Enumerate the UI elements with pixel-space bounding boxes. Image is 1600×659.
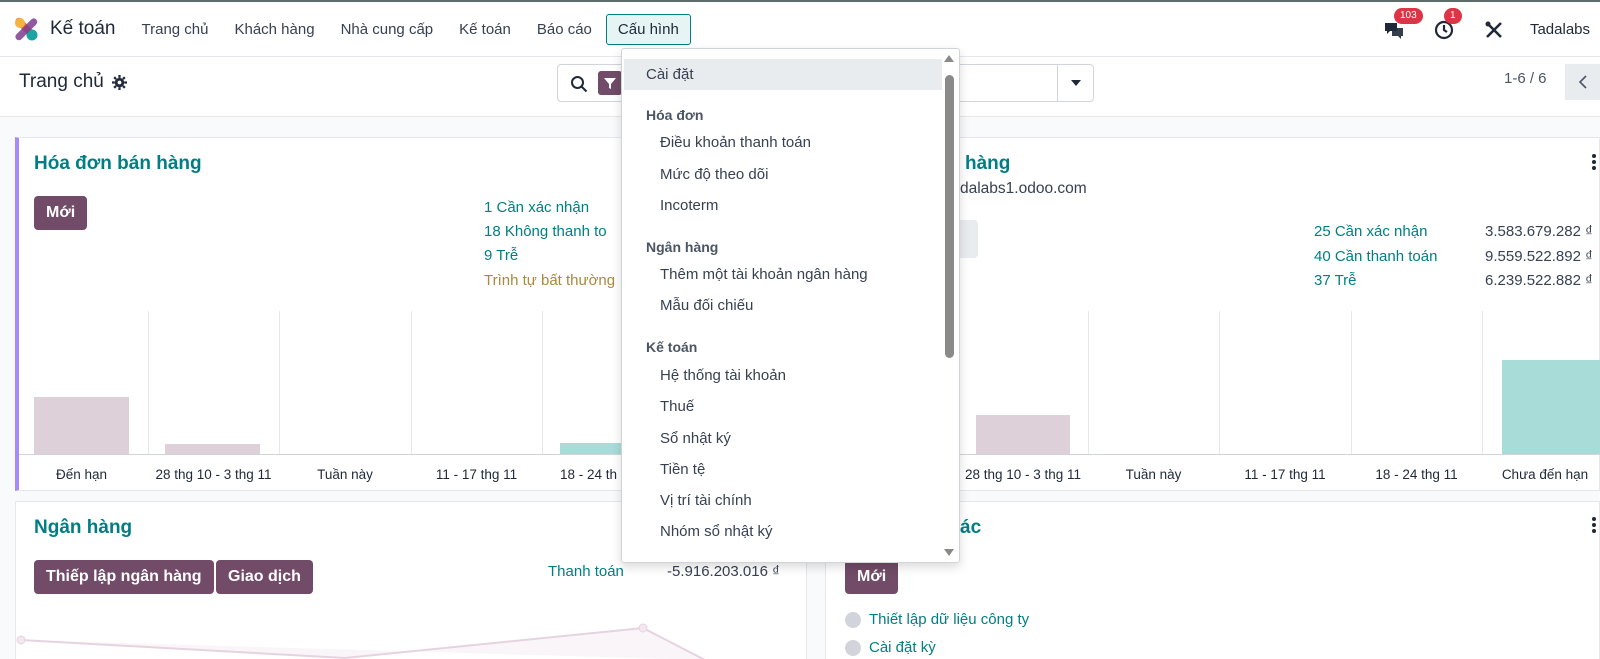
onboarding-step-status-icon bbox=[845, 640, 861, 656]
dropdown-item-add-bank-account[interactable]: Thêm một tài khoản ngân hàng bbox=[622, 266, 942, 283]
sales-xlabel: 28 thg 10 - 3 thg 11 bbox=[155, 467, 272, 482]
sales-bar-nov18-24[interactable] bbox=[560, 443, 630, 454]
app-name[interactable]: Kế toán bbox=[50, 18, 116, 40]
bank-payment-amount: -5.916.203.016 ₫ bbox=[667, 563, 780, 580]
purchase-email-alias[interactable]: dalabs1.odoo.com bbox=[960, 180, 1087, 198]
purchase-chart-baseline bbox=[955, 454, 1600, 455]
sales-xlabel: 11 - 17 thg 11 bbox=[435, 467, 518, 482]
misc-new-button[interactable]: Mới bbox=[845, 560, 899, 594]
onboarding-step-status-icon bbox=[845, 612, 861, 628]
dropdown-item-taxes[interactable]: Thuế bbox=[622, 398, 942, 415]
sales-stat-late[interactable]: 9 Trễ bbox=[484, 247, 518, 264]
menu-bao-cao[interactable]: Báo cáo bbox=[525, 14, 604, 45]
dropdown-item-payment-terms[interactable]: Điều khoản thanh toán bbox=[622, 134, 942, 151]
purchase-xlabel: 11 - 17 thg 11 bbox=[1244, 467, 1326, 482]
menu-trang-chu[interactable]: Trang chủ bbox=[130, 14, 221, 45]
company-switcher[interactable]: Tadalabs bbox=[1530, 21, 1590, 38]
scroll-up-arrow-icon[interactable] bbox=[943, 53, 955, 63]
filter-facet[interactable] bbox=[598, 71, 622, 95]
purchase-amount-late: 6.239.522.882 ₫ bbox=[1485, 272, 1593, 289]
menu-khach-hang[interactable]: Khách hàng bbox=[222, 14, 326, 45]
bank-balance-graph bbox=[16, 623, 705, 659]
purchase-xlabel: Chưa đến hạn bbox=[1501, 467, 1589, 482]
purchase-bar-oct28-nov3[interactable] bbox=[976, 415, 1070, 454]
misc-card-title[interactable]: ác bbox=[960, 517, 981, 539]
messages-badge: 103 bbox=[1393, 7, 1423, 24]
dropdown-section-bank: Ngân hàng bbox=[646, 239, 719, 255]
dropdown-scroll-thumb[interactable] bbox=[945, 75, 954, 358]
bank-payment-label[interactable]: Thanh toán bbox=[548, 563, 624, 580]
purchase-xlabel: Tuần này bbox=[1125, 467, 1182, 482]
purchase-xlabel: 28 thg 10 - 3 thg 11 bbox=[964, 467, 1082, 482]
sales-xlabel: Tuần này bbox=[317, 467, 373, 482]
sales-bar-due[interactable] bbox=[34, 397, 129, 454]
purchase-card-menu-icon[interactable] bbox=[1592, 154, 1596, 172]
caret-down-icon bbox=[1070, 80, 1081, 86]
purchase-chart-gridline bbox=[1351, 311, 1352, 454]
purchase-chart-gridline bbox=[1482, 311, 1483, 454]
chevron-left-icon bbox=[1578, 75, 1587, 89]
bank-transactions-button[interactable]: Giao dịch bbox=[216, 560, 313, 594]
purchase-chart-gridline bbox=[1088, 311, 1089, 454]
menu-cau-hinh[interactable]: Cấu hình bbox=[605, 13, 691, 45]
sales-chart-gridline bbox=[542, 311, 543, 454]
dropdown-item-reconciliation-models[interactable]: Mẫu đối chiếu bbox=[622, 297, 942, 314]
app-logo-icon[interactable] bbox=[12, 15, 40, 43]
activities-badge: 1 bbox=[1443, 7, 1462, 24]
bank-setup-button[interactable]: Thiếp lập ngân hàng bbox=[34, 560, 214, 594]
sales-new-button[interactable]: Mới bbox=[34, 196, 88, 230]
purchase-stat-late[interactable]: 37 Trễ bbox=[1314, 272, 1357, 289]
dropdown-item-currencies[interactable]: Tiền tệ bbox=[622, 461, 942, 478]
purchase-chart-gridline bbox=[1219, 311, 1220, 454]
sales-chart-gridline bbox=[279, 311, 280, 454]
dropdown-item-settings[interactable]: Cài đặt bbox=[624, 59, 942, 90]
pager-previous-button[interactable] bbox=[1565, 64, 1600, 100]
messages-icon[interactable]: 103 bbox=[1380, 7, 1423, 44]
activities-clock-icon[interactable]: 1 bbox=[1430, 7, 1462, 44]
sales-card-title[interactable]: Hóa đơn bán hàng bbox=[34, 153, 202, 175]
sales-chart-baseline bbox=[19, 454, 629, 455]
dropdown-section-invoices: Hóa đơn bbox=[646, 107, 704, 123]
debug-tools-icon[interactable] bbox=[1480, 16, 1508, 44]
onboarding-step-company-data[interactable]: Thiết lập dữ liệu công ty bbox=[869, 611, 1029, 628]
sales-stat-unpaid[interactable]: 18 Không thanh to bbox=[484, 223, 607, 240]
filter-icon bbox=[604, 78, 616, 89]
dropdown-section-accounting: Kế toán bbox=[646, 339, 698, 355]
page-title: Trang chủ bbox=[19, 71, 104, 92]
purchase-card-title[interactable]: hàng bbox=[965, 153, 1010, 175]
misc-card-menu-icon[interactable] bbox=[1592, 517, 1596, 535]
gear-icon[interactable] bbox=[111, 74, 127, 90]
purchase-amount-to-confirm: 3.583.679.282 ₫ bbox=[1485, 223, 1593, 240]
sales-xlabel: 18 - 24 th bbox=[560, 467, 618, 482]
dropdown-item-follow-up-levels[interactable]: Mức độ theo dõi bbox=[622, 166, 942, 183]
menu-ke-toan[interactable]: Kế toán bbox=[447, 14, 523, 45]
search-icon bbox=[571, 76, 588, 93]
menu-nha-cung-cap[interactable]: Nhà cung cấp bbox=[329, 14, 446, 45]
purchase-stat-to-pay[interactable]: 40 Cần thanh toán bbox=[1314, 248, 1437, 265]
search-options-toggle[interactable] bbox=[1057, 65, 1093, 101]
purchase-amount-to-pay: 9.559.522.892 ₫ bbox=[1485, 248, 1593, 265]
purchase-bar-not-due[interactable] bbox=[1502, 360, 1600, 454]
sales-xlabel: Đến hạn bbox=[55, 467, 108, 482]
configuration-dropdown-menu: Cài đặt Hóa đơn Điều khoản thanh toán Mứ… bbox=[621, 48, 960, 563]
sales-bar-oct28-nov3[interactable] bbox=[165, 444, 260, 454]
dropdown-scrollbar[interactable] bbox=[943, 53, 955, 558]
breadcrumb: Trang chủ bbox=[19, 71, 127, 93]
sales-stat-sequence-anomaly[interactable]: Trình tự bất thường bbox=[484, 272, 615, 289]
scroll-down-arrow-icon[interactable] bbox=[943, 548, 955, 558]
sales-chart-gridline bbox=[411, 311, 412, 454]
pager-value[interactable]: 1-6 / 6 bbox=[1504, 70, 1547, 87]
dropdown-item-chart-of-accounts[interactable]: Hệ thống tài khoản bbox=[622, 367, 942, 384]
sales-chart-gridline bbox=[148, 311, 149, 454]
sales-stat-to-confirm[interactable]: 1 Cần xác nhận bbox=[484, 199, 589, 216]
onboarding-step-fiscal-year[interactable]: Cài đặt kỳ bbox=[869, 639, 936, 656]
purchase-stat-to-confirm[interactable]: 25 Cần xác nhận bbox=[1314, 223, 1427, 240]
dropdown-item-journal-groups[interactable]: Nhóm sổ nhật ký bbox=[622, 523, 942, 540]
dropdown-item-journals[interactable]: Sổ nhật ký bbox=[622, 430, 942, 447]
purchase-xlabel: 18 - 24 thg 11 bbox=[1375, 467, 1458, 482]
dropdown-item-incoterms[interactable]: Incoterm bbox=[622, 197, 942, 214]
bank-card-title[interactable]: Ngân hàng bbox=[34, 517, 132, 539]
dropdown-item-fiscal-positions[interactable]: Vị trí tài chính bbox=[622, 492, 942, 509]
